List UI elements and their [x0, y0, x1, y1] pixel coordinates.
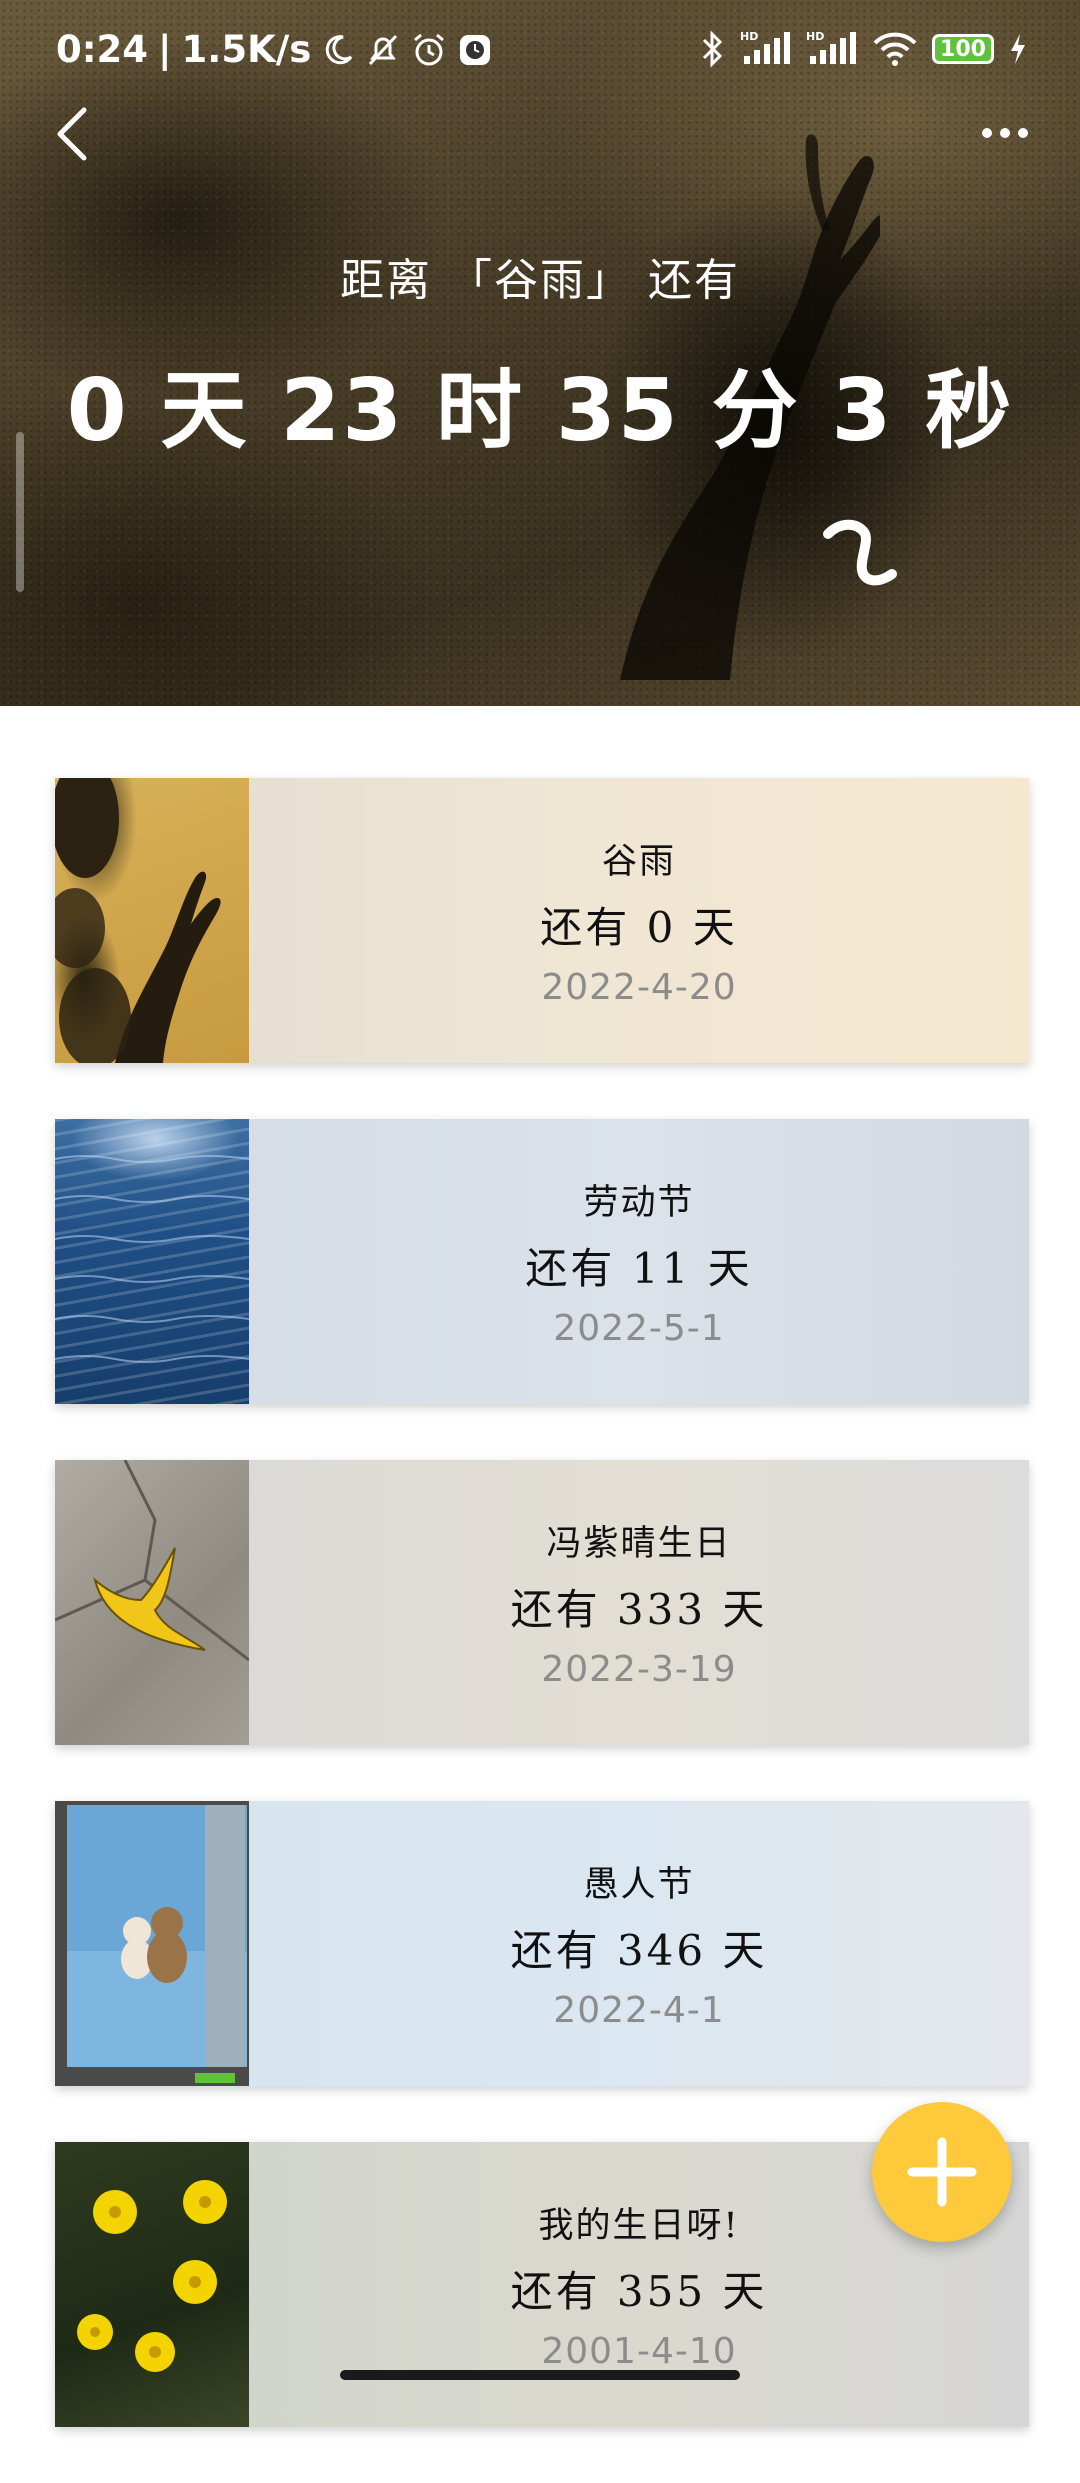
- event-remaining: 还有 11 天: [525, 1244, 753, 1293]
- event-date: 2001-4-10: [541, 2331, 737, 2372]
- event-card[interactable]: 谷雨 还有 0 天 2022-4-20: [55, 778, 1029, 1063]
- event-thumbnail: [55, 1460, 249, 1745]
- event-list: 谷雨 还有 0 天 2022-4-20 劳动节 还有 11 天 2022-5-1: [55, 778, 1029, 2483]
- event-name: 愚人节: [583, 1865, 695, 1905]
- event-remaining: 还有 0 天: [540, 903, 738, 952]
- bell-off-icon: [369, 34, 398, 65]
- yellow-flowers-thumbnail: [77, 2180, 227, 2372]
- battery-icon: 100: [932, 34, 994, 64]
- event-thumbnail: [55, 1119, 249, 1404]
- countdown-subtitle: 距离 「谷雨」 还有: [340, 255, 740, 306]
- toys-screenshot-thumbnail: [67, 1805, 247, 2083]
- add-event-button[interactable]: [872, 2102, 1012, 2242]
- status-network-speed: 1.5K/s: [181, 28, 312, 71]
- event-name: 谷雨: [601, 842, 676, 882]
- event-name: 冯紫晴生日: [546, 1524, 732, 1564]
- home-indicator[interactable]: [340, 2370, 740, 2380]
- status-bar: 0:24 | 1.5K/s HD HD 100: [0, 0, 1080, 100]
- status-divider: |: [158, 28, 172, 71]
- wifi-icon: [873, 32, 917, 66]
- banana-thumbnail: [55, 1460, 249, 1662]
- countdown-timer: 0 天 23 时 35 分 3 秒: [66, 361, 1014, 461]
- event-card[interactable]: 冯紫晴生日 还有 333 天 2022-3-19: [55, 1460, 1029, 1745]
- plus-icon: [907, 2137, 977, 2207]
- moon-icon: [326, 34, 353, 64]
- more-button[interactable]: [970, 108, 1040, 158]
- alarm-icon: [414, 33, 445, 65]
- event-name: 我的生日呀!: [538, 2206, 740, 2246]
- svg-text:HD: HD: [806, 30, 824, 43]
- water-thumbnail: [55, 1155, 249, 1363]
- back-button[interactable]: [46, 100, 116, 170]
- hand-shadow-thumbnail: [55, 778, 221, 1063]
- more-dots-icon: [982, 128, 992, 138]
- event-date: 2022-3-19: [541, 1649, 737, 1690]
- app-icon: [460, 34, 491, 65]
- event-thumbnail: [55, 2142, 249, 2427]
- event-card[interactable]: 劳动节 还有 11 天 2022-5-1: [55, 1119, 1029, 1404]
- signal-hd-icon: HD: [740, 30, 790, 64]
- chevron-left-icon: [57, 107, 87, 161]
- event-remaining: 还有 346 天: [510, 1926, 768, 1975]
- event-remaining: 还有 355 天: [510, 2267, 768, 2316]
- event-thumbnail: [55, 1801, 249, 2086]
- event-name: 劳动节: [583, 1183, 695, 1223]
- charging-icon: [1011, 34, 1025, 64]
- event-remaining: 还有 333 天: [510, 1585, 768, 1634]
- event-thumbnail: [55, 778, 249, 1063]
- event-date: 2022-4-20: [541, 967, 737, 1008]
- signal-hd-icon: HD: [806, 30, 856, 64]
- bluetooth-icon: [702, 30, 723, 68]
- squiggle-decoration-icon: [823, 519, 897, 586]
- hero-banner: 0:24 | 1.5K/s HD HD 100 距离 「谷雨」 还有 0 天 2…: [0, 0, 1080, 706]
- event-date: 2022-5-1: [553, 1308, 725, 1349]
- event-card[interactable]: 愚人节 还有 346 天 2022-4-1: [55, 1801, 1029, 2086]
- svg-text:HD: HD: [740, 30, 758, 43]
- event-date: 2022-4-1: [553, 1990, 725, 2031]
- status-time: 0:24: [56, 28, 149, 71]
